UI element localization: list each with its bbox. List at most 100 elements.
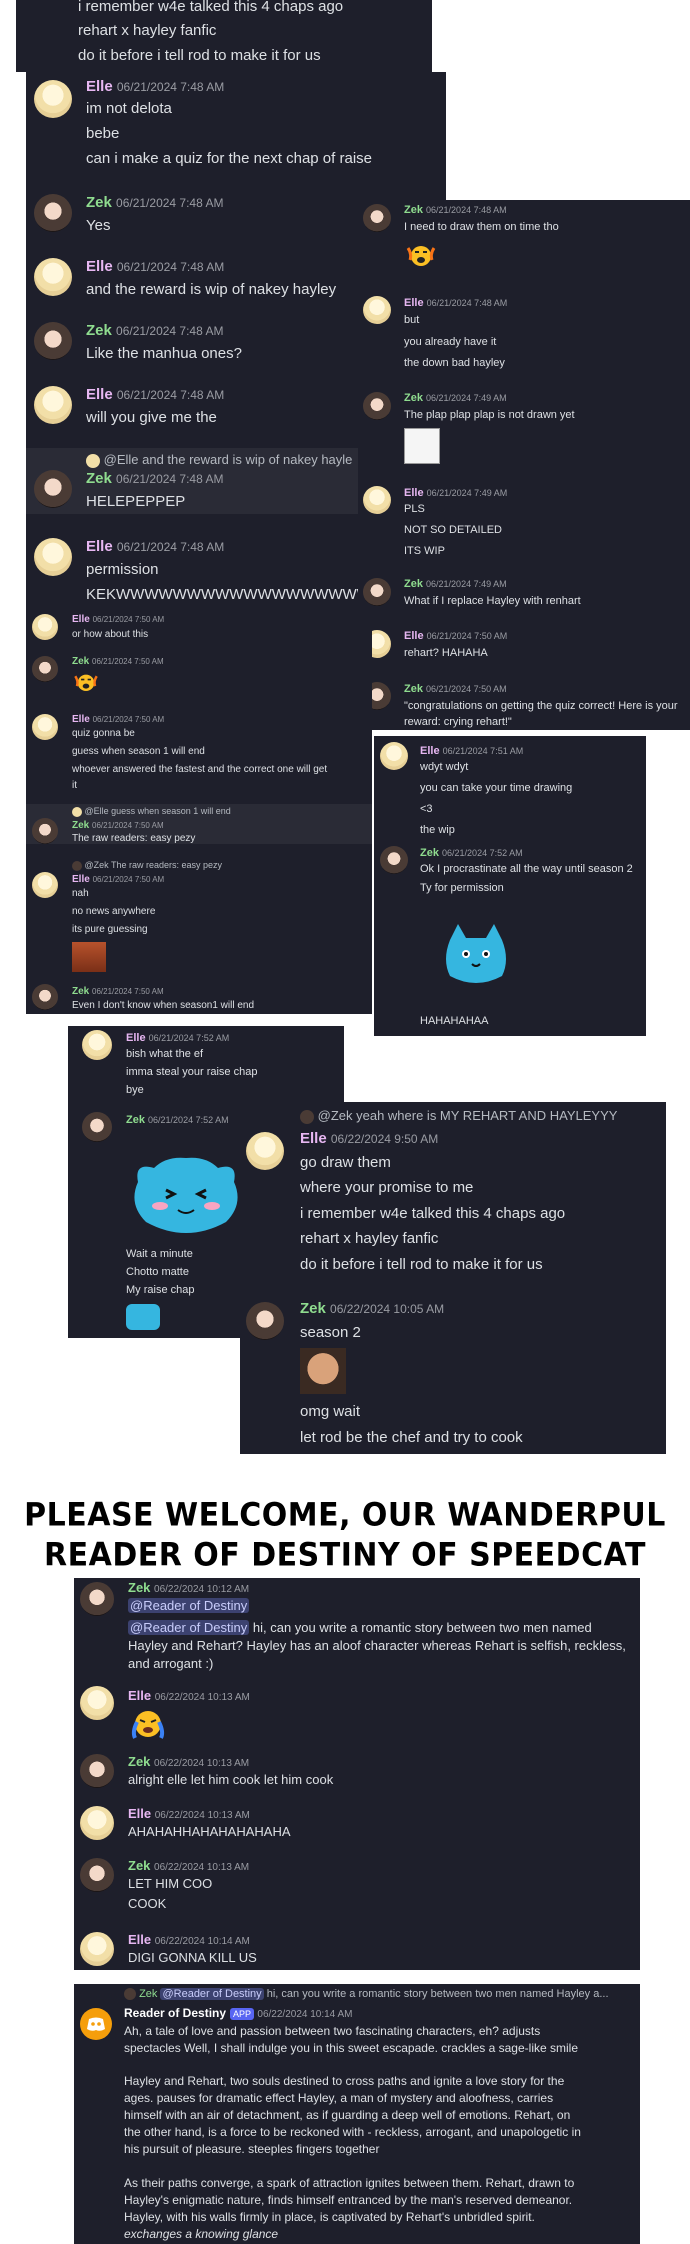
timestamp: 06/21/2024 7:51 AM (442, 746, 524, 756)
face-emoji-image[interactable] (300, 1348, 346, 1394)
username[interactable]: Elle (86, 386, 113, 403)
avatar[interactable] (246, 1302, 284, 1340)
message-header: Elle 06/21/2024 7:50 AM (404, 630, 507, 642)
avatar[interactable] (34, 470, 72, 508)
message-line: Hayley, with his walls firmly in place, … (124, 2210, 535, 2224)
avatar[interactable] (82, 1112, 112, 1142)
username[interactable]: Zek (404, 204, 423, 216)
message-line: bye (126, 1084, 144, 1096)
sobbing-emoji-icon (128, 1706, 168, 1740)
username[interactable]: Elle (72, 614, 90, 625)
avatar[interactable] (34, 194, 72, 232)
username[interactable]: Zek (86, 322, 112, 339)
avatar[interactable] (32, 656, 58, 682)
username[interactable]: Elle (126, 1032, 146, 1044)
avatar[interactable] (82, 1030, 112, 1060)
username[interactable]: Elle (72, 714, 90, 725)
message-header: Elle 06/21/2024 7:48 AM (86, 386, 224, 403)
message-line: i remember w4e talked this 4 chaps ago (78, 0, 344, 15)
avatar[interactable] (363, 204, 391, 232)
username[interactable]: Elle (300, 1130, 327, 1147)
username[interactable]: Zek (128, 1858, 150, 1873)
avatar[interactable] (380, 742, 408, 770)
mention[interactable]: @Reader of Destiny (128, 1598, 250, 1613)
message-line: My raise chap (126, 1284, 195, 1296)
timestamp: 06/21/2024 7:50 AM (426, 631, 508, 641)
username[interactable]: Elle (86, 258, 113, 275)
avatar[interactable] (34, 80, 72, 118)
message-line: Like the manhua ones? (86, 345, 242, 362)
username[interactable]: Elle (128, 1688, 151, 1703)
avatar[interactable] (32, 818, 58, 844)
message-line: and the reward is wip of nakey hayley (86, 281, 337, 298)
username[interactable]: Elle (86, 78, 113, 95)
username[interactable]: Elle (404, 630, 424, 642)
avatar[interactable] (80, 1686, 114, 1720)
message-header: Elle 06/21/2024 7:50 AM (72, 874, 164, 885)
username[interactable]: Reader of Destiny (124, 2006, 226, 2020)
message-header: Elle 06/22/2024 10:14 AM (128, 1932, 250, 1947)
username[interactable]: Elle (404, 297, 424, 309)
avatar[interactable] (32, 614, 58, 640)
avatar[interactable] (80, 1754, 114, 1788)
username[interactable]: Zek (86, 194, 112, 211)
username[interactable]: Zek (404, 683, 423, 695)
mention[interactable]: @Reader of Destiny (128, 1620, 250, 1635)
avatar[interactable] (246, 1132, 284, 1170)
timestamp: 06/21/2024 7:48 AM (116, 472, 224, 486)
reply-preview[interactable]: @Zek The raw readers: easy pezy (72, 860, 222, 871)
avatar[interactable] (363, 486, 391, 514)
reaction-image[interactable] (72, 942, 106, 972)
avatar[interactable] (34, 258, 72, 296)
timestamp: 06/22/2024 10:13 AM (154, 1758, 250, 1769)
avatar[interactable] (380, 846, 408, 874)
avatar[interactable] (34, 322, 72, 360)
avatar[interactable] (363, 392, 391, 420)
username[interactable]: Elle (86, 538, 113, 555)
avatar[interactable] (80, 1806, 114, 1840)
username[interactable]: Zek (86, 470, 112, 487)
timestamp: 06/21/2024 7:48 AM (426, 205, 507, 215)
username[interactable]: Elle (72, 874, 90, 885)
reply-preview[interactable]: @Elle and the reward is wip of nakey hay… (86, 452, 352, 468)
message-line: PLS (404, 503, 425, 515)
username[interactable]: Zek (404, 578, 423, 590)
message-line: LET HIM COO (128, 1876, 213, 1891)
message-line: omg wait (300, 1403, 361, 1420)
avatar[interactable] (34, 386, 72, 424)
chat-panel-8: Zek 06/22/2024 10:12 AM @Reader of Desti… (74, 1578, 640, 1970)
message-header: Elle 06/21/2024 7:48 AM (86, 78, 224, 95)
small-blue-cat-icon (126, 1304, 160, 1330)
sketch-image[interactable] (404, 428, 440, 464)
username[interactable]: Elle (128, 1932, 151, 1947)
avatar[interactable] (32, 984, 58, 1010)
avatar[interactable] (80, 1858, 114, 1892)
avatar[interactable] (80, 1932, 114, 1966)
username[interactable]: Zek (404, 392, 423, 404)
username[interactable]: Zek (72, 986, 89, 997)
discord-bot-avatar-icon[interactable] (80, 2008, 112, 2040)
username[interactable]: Zek (420, 847, 439, 859)
reply-preview[interactable]: @Zek yeah where is MY REHART AND HAYLEYY… (300, 1108, 617, 1124)
avatar[interactable] (34, 538, 72, 576)
username[interactable]: Zek (300, 1300, 326, 1317)
message-header: Zek 06/22/2024 10:13 AM (128, 1754, 249, 1769)
avatar[interactable] (32, 872, 58, 898)
reply-preview[interactable]: @Elle guess when season 1 will end (72, 806, 231, 817)
message-header: Zek 06/22/2024 10:05 AM (300, 1300, 444, 1317)
username[interactable]: Zek (128, 1580, 150, 1595)
reply-preview[interactable]: Zek @Reader of Destiny hi, can you write… (124, 1988, 609, 2001)
username[interactable]: Elle (128, 1806, 151, 1821)
username[interactable]: Elle (404, 487, 424, 499)
username[interactable]: Zek (128, 1754, 150, 1769)
avatar[interactable] (363, 578, 391, 606)
message-line: can i make a quiz for the next chap of r… (86, 150, 372, 167)
username[interactable]: Zek (72, 656, 89, 667)
avatar[interactable] (363, 296, 391, 324)
avatar[interactable] (80, 1582, 114, 1616)
username[interactable]: Elle (420, 745, 440, 757)
username[interactable]: Zek (72, 820, 89, 831)
avatar[interactable] (32, 714, 58, 740)
timestamp: 06/22/2024 10:13 AM (154, 1862, 250, 1873)
username[interactable]: Zek (126, 1114, 145, 1126)
